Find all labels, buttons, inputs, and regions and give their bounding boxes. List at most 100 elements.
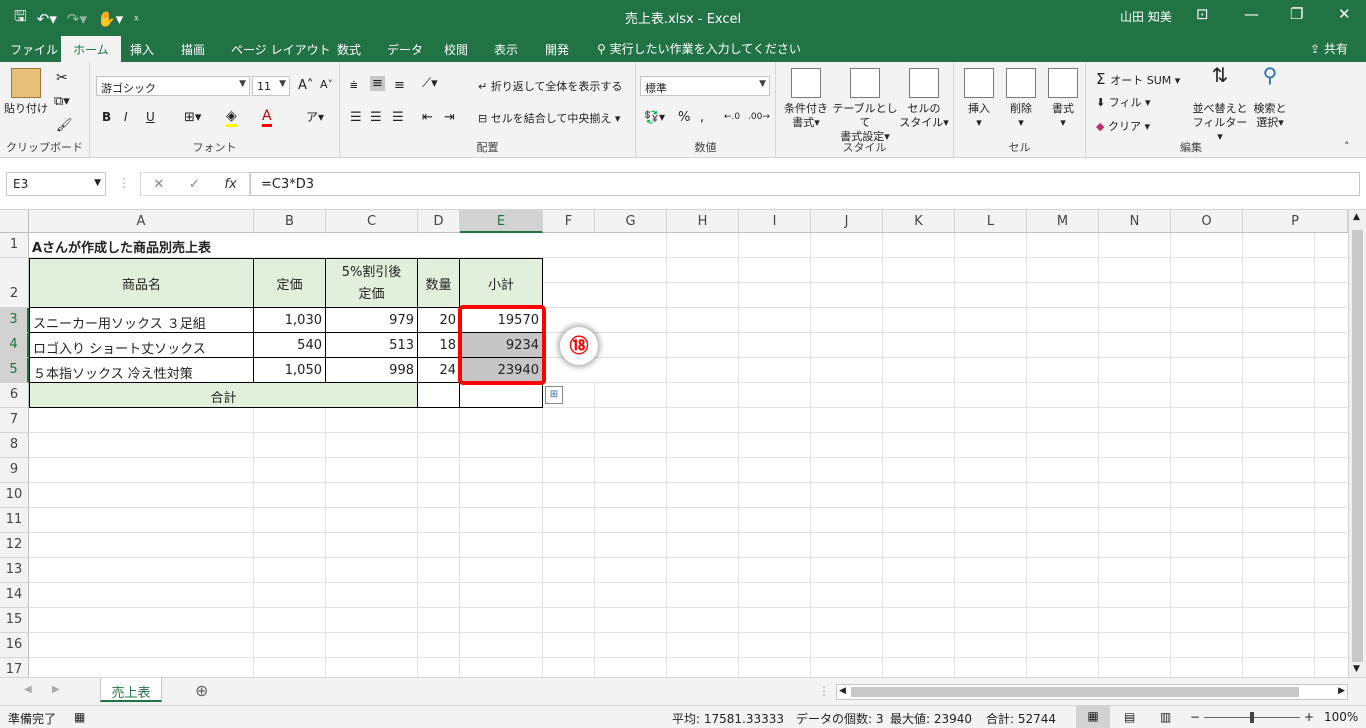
next-sheet-icon[interactable]: ▶ — [52, 684, 60, 695]
tab-formulas[interactable]: 数式 — [337, 41, 361, 58]
tab-draw[interactable]: 描画 — [181, 41, 205, 58]
increase-decimal-icon[interactable]: ←.0 — [724, 112, 740, 122]
status-sum[interactable]: 合計: 52744 — [986, 710, 1056, 727]
orientation-icon[interactable]: ⟋▾ — [422, 76, 438, 91]
currency-icon[interactable]: 💱▾ — [644, 110, 665, 124]
cell-d2[interactable]: 数量 — [417, 258, 460, 308]
cell-a4[interactable]: ロゴ入り ショート丈ソックス — [29, 332, 254, 358]
zoom-level[interactable]: 100% — [1324, 710, 1358, 724]
font-name-select[interactable]: 游ゴシック ▼ — [96, 76, 250, 96]
zoom-slider-thumb[interactable] — [1250, 712, 1254, 723]
row-header-16[interactable]: 16 — [0, 633, 29, 658]
tab-review[interactable]: 校閲 — [444, 41, 468, 58]
row-header-1[interactable]: 1 — [0, 233, 29, 258]
tab-page-layout[interactable]: ページ レイアウト — [231, 41, 331, 58]
restore-icon[interactable]: ❐ — [1290, 5, 1303, 23]
cell-a2[interactable]: 商品名 — [29, 258, 254, 308]
select-all-corner[interactable] — [0, 210, 29, 233]
cell-a3[interactable]: スニーカー用ソックス ３足組 — [29, 307, 254, 333]
cell-e2[interactable]: 小計 — [459, 258, 543, 308]
font-size-select[interactable]: 11 ▼ — [252, 76, 290, 96]
insert-function-icon[interactable]: fx — [224, 177, 236, 192]
tab-insert[interactable]: 挿入 — [130, 41, 154, 58]
column-header-h[interactable]: H — [667, 210, 739, 233]
row-header-2[interactable]: 2 — [0, 258, 29, 308]
align-bottom-icon[interactable]: ≡ — [394, 78, 405, 93]
status-max[interactable]: 最大値: 23940 — [890, 710, 972, 727]
resize-dots-icon[interactable]: ⋮ — [118, 176, 130, 190]
row-header-7[interactable]: 7 — [0, 408, 29, 433]
page-layout-view-icon[interactable]: ▤ — [1124, 710, 1135, 724]
cancel-icon[interactable]: ✕ — [153, 177, 164, 192]
row-header-10[interactable]: 10 — [0, 483, 29, 508]
column-header-p[interactable]: P — [1243, 210, 1348, 233]
status-count[interactable]: データの個数: 3 — [796, 710, 884, 727]
normal-view-icon[interactable]: ▦ — [1076, 706, 1110, 728]
column-header-m[interactable]: M — [1027, 210, 1099, 233]
cell-c3[interactable]: 979 — [325, 307, 418, 333]
enter-icon[interactable]: ✓ — [189, 177, 200, 192]
status-average[interactable]: 平均: 17581.33333 — [672, 710, 784, 727]
decrease-decimal-icon[interactable]: .00→ — [748, 112, 770, 122]
align-right-icon[interactable]: ☰ — [392, 110, 404, 125]
cell-e6[interactable] — [459, 382, 543, 408]
row-header-3[interactable]: 3 — [0, 308, 29, 333]
border-icon[interactable]: ⊞▾ — [184, 110, 201, 125]
autosum-button[interactable]: Σ オート SUM ▾ — [1096, 70, 1180, 88]
tab-developer[interactable]: 開発 — [545, 41, 569, 58]
sort-filter-button[interactable]: ⇅ 並べ替えと フィルター▾ — [1192, 65, 1248, 144]
insert-cells-button[interactable]: 挿入 ▾ — [960, 68, 998, 130]
user-name[interactable]: 山田 知美 — [1120, 8, 1172, 25]
delete-cells-button[interactable]: 削除 ▾ — [1002, 68, 1040, 130]
column-header-i[interactable]: I — [739, 210, 811, 233]
cell-a6-merged[interactable]: 合計 — [29, 382, 418, 408]
column-header-n[interactable]: N — [1099, 210, 1171, 233]
formula-input[interactable]: =C3*D3 — [250, 172, 1360, 196]
scroll-right-icon[interactable]: ▶ — [1338, 686, 1345, 696]
row-header-17[interactable]: 17 — [0, 658, 29, 677]
name-box[interactable]: E3 ▼ — [6, 172, 106, 196]
cell-a5[interactable]: ５本指ソックス 冷え性対策 — [29, 357, 254, 383]
column-header-l[interactable]: L — [955, 210, 1027, 233]
tab-data[interactable]: データ — [387, 41, 423, 58]
zoom-out-icon[interactable]: − — [1190, 710, 1200, 724]
shrink-font-icon[interactable]: A˅ — [320, 78, 333, 91]
cell-d6[interactable] — [417, 382, 460, 408]
paste-button[interactable]: 貼り付け — [4, 68, 48, 116]
column-header-o[interactable]: O — [1171, 210, 1243, 233]
column-header-b[interactable]: B — [254, 210, 326, 233]
row-header-9[interactable]: 9 — [0, 458, 29, 483]
underline-button[interactable]: U — [146, 110, 155, 124]
copy-icon[interactable]: ⧉▾ — [54, 94, 70, 109]
scroll-left-icon[interactable]: ◀ — [839, 686, 846, 696]
align-middle-icon[interactable]: ≡ — [370, 76, 385, 91]
vertical-scrollbar[interactable]: ▲ ▼ — [1348, 210, 1366, 677]
column-header-d[interactable]: D — [418, 210, 460, 233]
cell-a1[interactable]: Aさんが作成した商品別売上表 — [29, 233, 329, 258]
cell-b3[interactable]: 1,030 — [253, 307, 326, 333]
fill-color-icon[interactable]: ◈ — [226, 108, 237, 127]
row-header-4[interactable]: 4 — [0, 333, 29, 358]
format-as-table-button[interactable]: テーブルとして 書式設定▾ — [832, 68, 898, 144]
ribbon-display-icon[interactable]: ⊡ — [1196, 5, 1209, 23]
zoom-in-icon[interactable]: + — [1304, 710, 1314, 724]
phonetic-icon[interactable]: ア▾ — [306, 108, 324, 125]
row-header-6[interactable]: 6 — [0, 383, 29, 408]
row-header-12[interactable]: 12 — [0, 533, 29, 558]
align-left-icon[interactable]: ☰ — [350, 110, 362, 125]
find-select-button[interactable]: ⚲ 検索と 選択▾ — [1250, 65, 1290, 130]
scroll-down-icon[interactable]: ▼ — [1353, 664, 1360, 674]
tab-view[interactable]: 表示 — [494, 41, 518, 58]
cell-b2[interactable]: 定価 — [253, 258, 326, 308]
row-header-14[interactable]: 14 — [0, 583, 29, 608]
quick-analysis-icon[interactable]: ⊞ — [545, 386, 563, 404]
decrease-indent-icon[interactable]: ⇤ — [422, 110, 433, 125]
percent-icon[interactable]: % — [678, 110, 690, 125]
minimize-icon[interactable]: — — [1244, 5, 1259, 23]
cell-d4[interactable]: 18 — [417, 332, 460, 358]
tab-home[interactable]: ホーム — [61, 36, 121, 62]
font-color-icon[interactable]: A — [262, 108, 272, 127]
column-header-g[interactable]: G — [595, 210, 667, 233]
zoom-slider[interactable] — [1204, 712, 1300, 723]
cell-c5[interactable]: 998 — [325, 357, 418, 383]
